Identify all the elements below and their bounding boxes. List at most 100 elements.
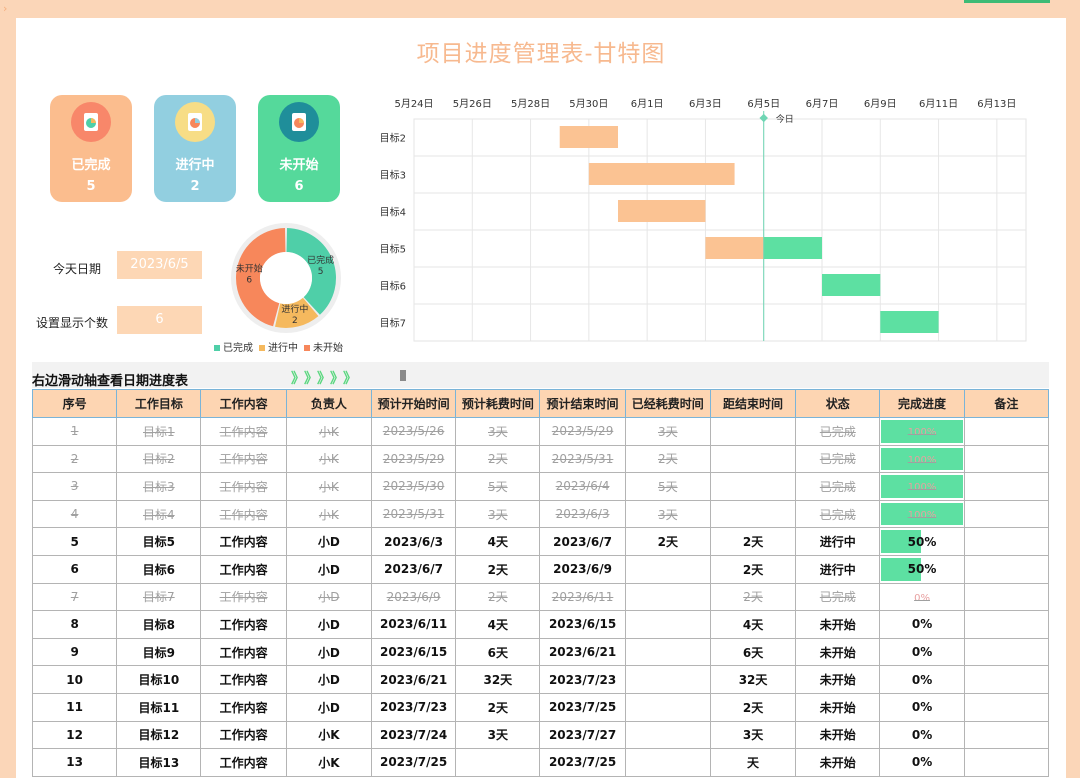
table-cell[interactable]: 2023/6/21: [539, 637, 626, 667]
table-row[interactable]: 11 目标11 工作内容 小D 2023/7/23 2天 2023/7/25 2天 未开始 0%: [31, 692, 1050, 722]
table-cell[interactable]: 2023/6/21: [370, 665, 457, 694]
table-cell[interactable]: [963, 417, 1050, 446]
table-cell[interactable]: 4天: [455, 527, 541, 556]
table-cell[interactable]: 2023/6/7: [370, 554, 457, 584]
table-cell[interactable]: 3天: [455, 720, 541, 750]
table-cell[interactable]: 目标7: [116, 582, 202, 612]
table-cell[interactable]: [963, 444, 1050, 474]
table-cell[interactable]: 目标11: [116, 692, 202, 722]
column-header[interactable]: 备注: [963, 389, 1050, 418]
table-cell[interactable]: 小K: [285, 444, 372, 474]
table-cell[interactable]: 2023/6/4: [539, 472, 626, 501]
progress-cell[interactable]: 0%: [879, 720, 965, 750]
table-cell[interactable]: 2023/7/25: [539, 748, 626, 777]
column-header[interactable]: 预计结束时间: [539, 389, 626, 418]
progress-cell[interactable]: 100%: [879, 444, 965, 474]
table-cell[interactable]: 32天: [455, 665, 541, 694]
table-cell[interactable]: 2023/7/23: [370, 692, 457, 722]
table-cell[interactable]: [624, 748, 711, 777]
table-cell[interactable]: 3天: [624, 417, 711, 446]
table-cell[interactable]: 工作内容: [200, 665, 287, 694]
table-row[interactable]: 5 目标5 工作内容 小D 2023/6/3 4天 2023/6/7 2天 2天 进行中 50%: [31, 527, 1050, 556]
table-cell[interactable]: 工作内容: [200, 554, 287, 584]
column-header[interactable]: 负责人: [285, 389, 372, 418]
progress-cell[interactable]: 0%: [879, 582, 965, 612]
table-row[interactable]: 4 目标4 工作内容 小K 2023/5/31 3天 2023/6/3 3天 已完成 100%: [31, 499, 1050, 529]
table-row[interactable]: 13 目标13 工作内容 小K 2023/7/25 2023/7/25 天未开始 0%: [31, 748, 1050, 777]
table-cell[interactable]: [624, 554, 711, 584]
table-row[interactable]: 3 目标3 工作内容 小K 2023/5/30 5天 2023/6/4 5天 已完成 100%: [31, 472, 1050, 501]
table-cell[interactable]: 4天: [709, 610, 797, 639]
table-cell[interactable]: 小K: [285, 720, 372, 750]
column-header[interactable]: 完成进度: [879, 389, 965, 418]
table-cell[interactable]: 小K: [285, 472, 372, 501]
table-cell[interactable]: [963, 665, 1050, 694]
table-cell[interactable]: 进行中: [795, 554, 881, 584]
table-cell[interactable]: 未开始: [795, 665, 881, 694]
table-cell[interactable]: 2: [31, 444, 118, 474]
table-cell[interactable]: 2023/6/15: [539, 610, 626, 639]
table-cell[interactable]: 目标13: [116, 748, 202, 777]
table-cell[interactable]: 3天: [455, 499, 541, 529]
table-cell[interactable]: 工作内容: [200, 748, 287, 777]
table-cell[interactable]: 2023/7/23: [539, 665, 626, 694]
table-cell[interactable]: 小D: [285, 637, 372, 667]
table-cell[interactable]: 小K: [285, 417, 372, 446]
table-cell[interactable]: 2天: [624, 527, 711, 556]
table-cell[interactable]: [963, 692, 1050, 722]
column-header[interactable]: 工作目标: [116, 389, 202, 418]
table-cell[interactable]: 目标5: [116, 527, 202, 556]
table-cell[interactable]: [709, 499, 797, 529]
table-cell[interactable]: 6: [31, 554, 118, 584]
table-cell[interactable]: [455, 748, 541, 777]
table-cell[interactable]: 2023/6/7: [539, 527, 626, 556]
table-cell[interactable]: 2023/7/24: [370, 720, 457, 750]
progress-cell[interactable]: 0%: [879, 692, 965, 722]
table-cell[interactable]: 小K: [285, 748, 372, 777]
table-cell[interactable]: 目标10: [116, 665, 202, 694]
table-cell[interactable]: 2天: [455, 444, 541, 474]
column-header[interactable]: 预计耗费时间: [455, 389, 541, 418]
table-cell[interactable]: [963, 472, 1050, 501]
table-cell[interactable]: 目标4: [116, 499, 202, 529]
table-cell[interactable]: 工作内容: [200, 417, 287, 446]
table-cell[interactable]: 未开始: [795, 692, 881, 722]
table-cell[interactable]: [963, 582, 1050, 612]
table-cell[interactable]: 2天: [455, 554, 541, 584]
table-cell[interactable]: [624, 720, 711, 750]
progress-cell[interactable]: 0%: [879, 637, 965, 667]
table-cell[interactable]: 2天: [709, 554, 797, 584]
table-cell[interactable]: 2023/6/11: [539, 582, 626, 612]
table-cell[interactable]: 未开始: [795, 610, 881, 639]
table-cell[interactable]: 2023/6/15: [370, 637, 457, 667]
table-cell[interactable]: [624, 582, 711, 612]
progress-cell[interactable]: 50%: [879, 527, 965, 556]
progress-cell[interactable]: 50%: [879, 554, 965, 584]
column-header[interactable]: 状态: [795, 389, 881, 418]
table-cell[interactable]: 13: [31, 748, 118, 777]
column-header[interactable]: 序号: [31, 389, 118, 418]
table-cell[interactable]: 已完成: [795, 499, 881, 529]
table-cell[interactable]: [624, 637, 711, 667]
progress-cell[interactable]: 0%: [879, 748, 965, 777]
table-cell[interactable]: [624, 692, 711, 722]
column-header[interactable]: 工作内容: [200, 389, 287, 418]
table-cell[interactable]: 工作内容: [200, 610, 287, 639]
progress-cell[interactable]: 100%: [879, 499, 965, 529]
table-cell[interactable]: 小D: [285, 610, 372, 639]
table-cell[interactable]: 2天: [624, 444, 711, 474]
scrollbar-thumb[interactable]: [400, 370, 406, 381]
table-cell[interactable]: 未开始: [795, 720, 881, 750]
table-cell[interactable]: 2023/6/9: [539, 554, 626, 584]
column-header[interactable]: 预计开始时间: [370, 389, 457, 418]
table-cell[interactable]: 2天: [709, 692, 797, 722]
table-cell[interactable]: 4: [31, 499, 118, 529]
table-cell[interactable]: 11: [31, 692, 118, 722]
progress-cell[interactable]: 0%: [879, 665, 965, 694]
table-cell[interactable]: 目标1: [116, 417, 202, 446]
table-cell[interactable]: 5: [31, 527, 118, 556]
column-header[interactable]: 已经耗费时间: [624, 389, 711, 418]
table-cell[interactable]: 工作内容: [200, 720, 287, 750]
table-cell[interactable]: 2023/6/3: [370, 527, 457, 556]
table-cell[interactable]: 2023/5/26: [370, 417, 457, 446]
